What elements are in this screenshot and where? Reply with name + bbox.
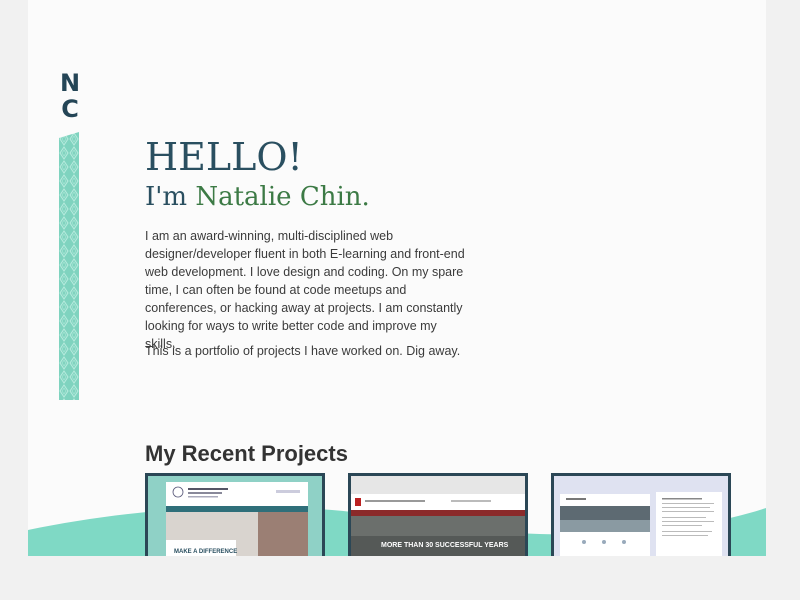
bio-portfolio-note: This is a portfolio of projects I have w… xyxy=(145,344,461,358)
logo-letter-n: N xyxy=(59,69,81,97)
logo-letter-c: C xyxy=(61,95,79,123)
project-card-1[interactable]: MAKE A DIFFERENCE xyxy=(145,473,325,556)
decorative-pattern-stripe xyxy=(59,132,79,400)
recent-projects-heading: My Recent Projects xyxy=(145,441,348,466)
project-thumbnail-1 xyxy=(148,476,322,556)
nc-logo[interactable]: N C xyxy=(58,70,82,122)
intro-prefix: I'm xyxy=(145,182,188,212)
project-2-caption: MORE THAN 30 SUCCESSFUL YEARS xyxy=(381,542,509,549)
hero-intro: I'm Natalie Chin. xyxy=(145,180,370,214)
project-card-2[interactable]: MORE THAN 30 SUCCESSFUL YEARS xyxy=(348,473,528,556)
hero-greeting: HELLO! xyxy=(145,135,303,179)
author-name: Natalie Chin. xyxy=(195,182,370,212)
project-thumbnail-3 xyxy=(554,476,728,556)
portfolio-page: N C HELLO! I'm Natalie Chin. I am an awa… xyxy=(28,0,766,556)
project-1-caption: MAKE A DIFFERENCE xyxy=(174,549,238,555)
bio-paragraph: I am an award-winning, multi-disciplined… xyxy=(145,229,465,351)
project-card-3[interactable] xyxy=(551,473,731,556)
